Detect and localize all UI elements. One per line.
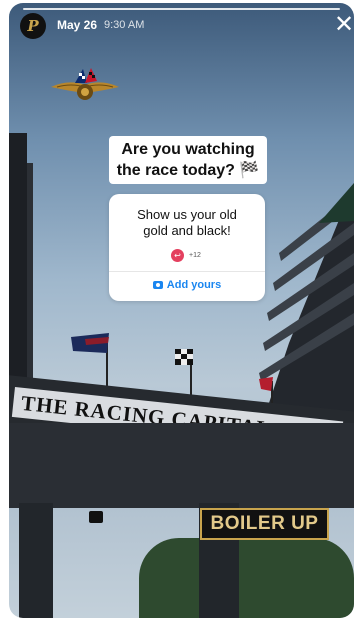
story-header: P May 26 9:30 AM ✕ xyxy=(20,11,354,39)
bridge-underside xyxy=(9,423,354,508)
checkered-flag-icon xyxy=(175,349,193,365)
question-sticker: Are you watching the race today? 🏁 xyxy=(109,136,267,184)
american-flag-icon xyxy=(71,333,109,353)
pagoda-tower xyxy=(259,183,354,433)
add-yours-button[interactable]: Add yours xyxy=(109,279,265,291)
add-yours-label: Add yours xyxy=(166,279,222,291)
question-line-1: Are you watching xyxy=(121,141,255,158)
story-frame: P May 26 9:30 AM ✕ THE RACING Are you wa… xyxy=(9,3,354,618)
card-divider xyxy=(109,271,265,272)
speedway-logo xyxy=(51,68,119,100)
question-line-2: the race today? 🏁 xyxy=(116,162,260,179)
add-yours-card[interactable]: Show us your old gold and black! ↩ +12 A… xyxy=(109,194,265,301)
boiler-up-sticker: BOILER UP xyxy=(200,508,329,540)
avatar[interactable]: P xyxy=(20,13,46,39)
prompt-line-2: gold and black! xyxy=(143,223,231,238)
trees xyxy=(139,538,354,618)
bridge-pillar-left xyxy=(19,503,53,618)
left-tower xyxy=(9,133,33,378)
prompt-line-1: Show us your old xyxy=(137,207,237,222)
story-time: 9:30 AM xyxy=(104,19,145,31)
story-date: May 26 xyxy=(57,18,98,32)
close-icon[interactable]: ✕ xyxy=(334,11,354,39)
camera-icon xyxy=(152,281,163,289)
add-yours-prompt: Show us your old gold and black! xyxy=(109,207,265,239)
reply-arrow-icon: ↩ xyxy=(171,248,184,262)
story-progress-bar xyxy=(23,8,340,10)
bridge-lamp xyxy=(89,511,103,523)
red-flag-icon xyxy=(259,377,273,391)
participants-count: +12 xyxy=(189,251,201,259)
participants-row[interactable]: ↩ +12 xyxy=(171,248,201,262)
